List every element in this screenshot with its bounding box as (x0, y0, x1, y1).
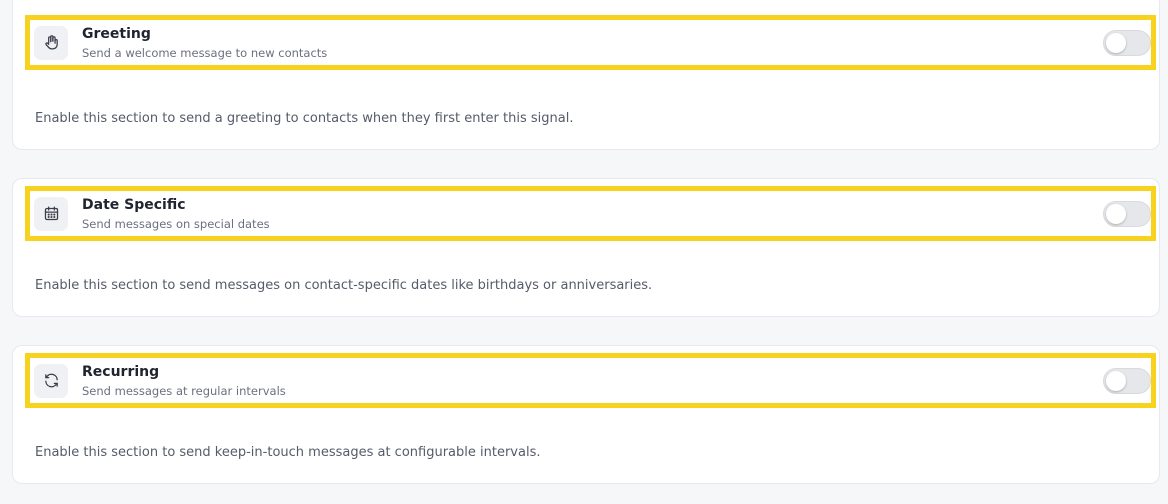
section-description: Enable this section to send a greeting t… (35, 111, 574, 126)
section-title: Date Specific (82, 196, 186, 213)
section-description: Enable this section to send messages on … (35, 278, 653, 293)
toggle-knob (1106, 203, 1126, 224)
greeting-section-card: Greeting Send a welcome message to new c… (12, 0, 1160, 150)
section-subtitle: Send a welcome message to new contacts (82, 45, 328, 60)
date-specific-toggle[interactable] (1103, 200, 1151, 227)
date-specific-section-header[interactable]: Date Specific Send messages on special d… (25, 186, 1156, 241)
hand-icon (34, 25, 68, 60)
toggle-knob (1106, 32, 1126, 53)
calendar-icon (34, 196, 68, 231)
section-subtitle: Send messages on special dates (82, 216, 270, 231)
recurring-section-header[interactable]: Recurring Send messages at regular inter… (25, 353, 1156, 408)
greeting-toggle[interactable] (1103, 29, 1151, 56)
section-subtitle: Send messages at regular intervals (82, 383, 286, 398)
recurring-toggle[interactable] (1103, 367, 1151, 394)
section-title: Recurring (82, 363, 160, 380)
greeting-section-header[interactable]: Greeting Send a welcome message to new c… (25, 15, 1156, 70)
recurring-section-card: Recurring Send messages at regular inter… (12, 345, 1160, 484)
section-description: Enable this section to send keep-in-touc… (35, 445, 541, 460)
date-specific-section-card: Date Specific Send messages on special d… (12, 178, 1160, 317)
toggle-knob (1106, 370, 1126, 391)
refresh-icon (34, 363, 68, 398)
section-title: Greeting (82, 25, 151, 42)
